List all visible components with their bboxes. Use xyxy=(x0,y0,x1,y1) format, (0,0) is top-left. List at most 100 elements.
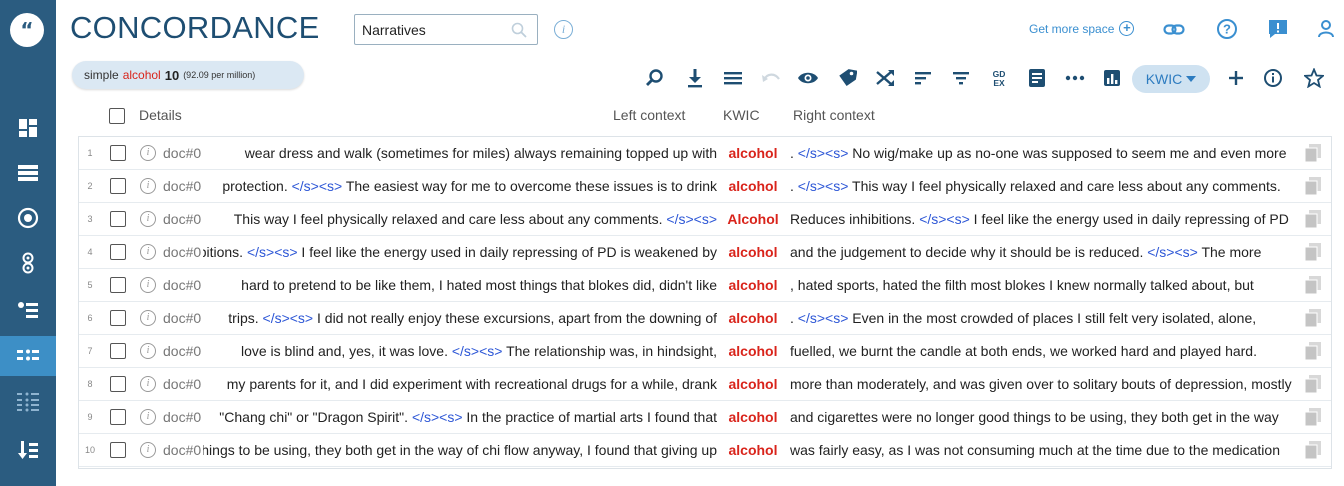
row-checkbox[interactable] xyxy=(110,277,126,293)
copy-icon[interactable] xyxy=(1304,341,1322,361)
view-mode-select[interactable]: KWIC xyxy=(1132,65,1210,93)
column-header-right-context: Right context xyxy=(793,107,875,123)
corpus-search-box[interactable] xyxy=(354,14,538,45)
chart-icon[interactable] xyxy=(1101,67,1123,89)
target-icon[interactable] xyxy=(0,198,56,238)
row-info-icon[interactable]: i xyxy=(140,343,156,359)
copy-icon[interactable] xyxy=(1304,209,1322,229)
row-checkbox[interactable] xyxy=(110,310,126,326)
kwic-keyword[interactable]: alcohol xyxy=(723,310,783,326)
copy-icon[interactable] xyxy=(1304,275,1322,295)
kwic-keyword[interactable]: Alcohol xyxy=(723,211,783,227)
row-checkbox[interactable] xyxy=(110,409,126,425)
select-all-checkbox[interactable] xyxy=(109,108,125,124)
doc-id[interactable]: doc#0 xyxy=(163,178,201,194)
tag-icon[interactable] xyxy=(836,67,858,89)
info-icon[interactable] xyxy=(1262,67,1284,89)
doc-id[interactable]: doc#0 xyxy=(163,343,201,359)
search-icon[interactable] xyxy=(511,22,527,38)
kwic-keyword[interactable]: alcohol xyxy=(723,145,783,161)
table-row[interactable]: 7 i doc#0 love is blind and, yes, it was lo… xyxy=(79,335,1331,368)
sketch-engine-logo[interactable]: “ xyxy=(10,13,44,47)
row-checkbox[interactable] xyxy=(110,145,126,161)
doc-id[interactable]: doc#0 xyxy=(163,277,201,293)
star-icon[interactable] xyxy=(1303,67,1325,89)
row-info-icon[interactable]: i xyxy=(140,145,156,161)
doc-id[interactable]: doc#0 xyxy=(163,244,201,260)
table-row[interactable]: 1 i doc#0 wear dress and walk (sometimes fo… xyxy=(79,137,1331,170)
row-info-icon[interactable]: i xyxy=(140,376,156,392)
help-icon[interactable]: ? xyxy=(1216,18,1238,40)
undo-icon[interactable] xyxy=(760,67,782,89)
feedback-icon[interactable] xyxy=(1267,18,1289,40)
doc-id[interactable]: doc#0 xyxy=(163,310,201,326)
doc-id[interactable]: doc#0 xyxy=(163,376,201,392)
copy-icon[interactable] xyxy=(1304,143,1322,163)
concordance-nav-icon[interactable] xyxy=(0,336,56,376)
plus-icon[interactable] xyxy=(1225,67,1247,89)
row-info-icon[interactable]: i xyxy=(140,178,156,194)
doc-id[interactable]: doc#0 xyxy=(163,409,201,425)
table-row[interactable]: 10 i doc#0 good things to be using, they bo… xyxy=(79,434,1331,467)
table-row[interactable]: 5 i doc#0 hard to pretend to be like them, … xyxy=(79,269,1331,302)
row-checkbox[interactable] xyxy=(110,244,126,260)
column-header-left-context: Left context xyxy=(613,107,686,123)
kwic-keyword[interactable]: alcohol xyxy=(723,277,783,293)
row-info-icon[interactable]: i xyxy=(140,409,156,425)
copy-icon[interactable] xyxy=(1304,308,1322,328)
row-checkbox[interactable] xyxy=(110,376,126,392)
sort-list-icon[interactable] xyxy=(0,430,56,470)
doc-id[interactable]: doc#0 xyxy=(163,145,201,161)
row-checkbox[interactable] xyxy=(110,343,126,359)
sort-icon[interactable] xyxy=(912,67,934,89)
word-sketch-difference-icon[interactable] xyxy=(0,243,56,283)
copy-icon[interactable] xyxy=(1304,440,1322,460)
filter-icon[interactable] xyxy=(950,67,972,89)
kwic-keyword[interactable]: alcohol xyxy=(723,244,783,260)
thesaurus-icon[interactable] xyxy=(0,290,56,330)
search-icon[interactable] xyxy=(644,67,666,89)
table-row[interactable]: 9 i doc#0 "Chang chi" or "Dragon Spirit". <… xyxy=(79,401,1331,434)
kwic-keyword[interactable]: alcohol xyxy=(723,343,783,359)
doc-id[interactable]: doc#0 xyxy=(163,211,201,227)
copy-icon[interactable] xyxy=(1304,176,1322,196)
copy-icon[interactable] xyxy=(1304,407,1322,427)
row-info-icon[interactable]: i xyxy=(140,277,156,293)
document-icon[interactable] xyxy=(1026,67,1048,89)
list-view-icon[interactable] xyxy=(0,153,56,193)
query-summary-badge[interactable]: simple alcohol 10 (92.09 per million) xyxy=(72,61,304,89)
sentence-boundary-tag: </s><s> xyxy=(666,211,717,227)
kwic-keyword[interactable]: alcohol xyxy=(723,409,783,425)
view-options-icon[interactable] xyxy=(722,67,744,89)
copy-icon[interactable] xyxy=(1304,374,1322,394)
row-info-icon[interactable]: i xyxy=(140,244,156,260)
table-row[interactable]: 2 i doc#0 protection. </s><s> The easiest w… xyxy=(79,170,1331,203)
row-info-icon[interactable]: i xyxy=(140,442,156,458)
more-icon[interactable] xyxy=(1064,67,1086,89)
kwic-keyword[interactable]: alcohol xyxy=(723,178,783,194)
row-checkbox[interactable] xyxy=(110,211,126,227)
dashboard-icon[interactable] xyxy=(0,108,56,148)
gdex-icon[interactable]: GD EX xyxy=(988,67,1010,89)
shuffle-icon[interactable] xyxy=(874,67,896,89)
row-info-icon[interactable]: i xyxy=(140,211,156,227)
table-row[interactable]: 3 i doc#0 This way I feel physically relaxe… xyxy=(79,203,1331,236)
eye-icon[interactable] xyxy=(797,67,819,89)
kwic-keyword[interactable]: alcohol xyxy=(723,376,783,392)
kwic-keyword[interactable]: alcohol xyxy=(723,442,783,458)
row-info-icon[interactable]: i xyxy=(140,310,156,326)
row-checkbox[interactable] xyxy=(110,442,126,458)
parallel-concordance-icon[interactable] xyxy=(0,382,56,422)
copy-icon[interactable] xyxy=(1304,242,1322,262)
download-icon[interactable] xyxy=(684,67,706,89)
table-row[interactable]: 8 i doc#0 my parents for it, and I did expe… xyxy=(79,368,1331,401)
doc-id[interactable]: doc#0 xyxy=(163,442,201,458)
user-icon[interactable] xyxy=(1316,19,1336,39)
link-icon[interactable] xyxy=(1163,20,1185,40)
corpus-info-icon[interactable]: i xyxy=(554,20,573,39)
table-row[interactable]: 6 i doc#0 trips. </s><s> I did not really e… xyxy=(79,302,1331,335)
row-checkbox[interactable] xyxy=(110,178,126,194)
corpus-search-input[interactable] xyxy=(362,20,502,40)
get-more-space-link[interactable]: Get more space + xyxy=(1029,21,1135,36)
table-row[interactable]: 4 i doc#0inhibitions. </s><s> I feel like … xyxy=(79,236,1331,269)
